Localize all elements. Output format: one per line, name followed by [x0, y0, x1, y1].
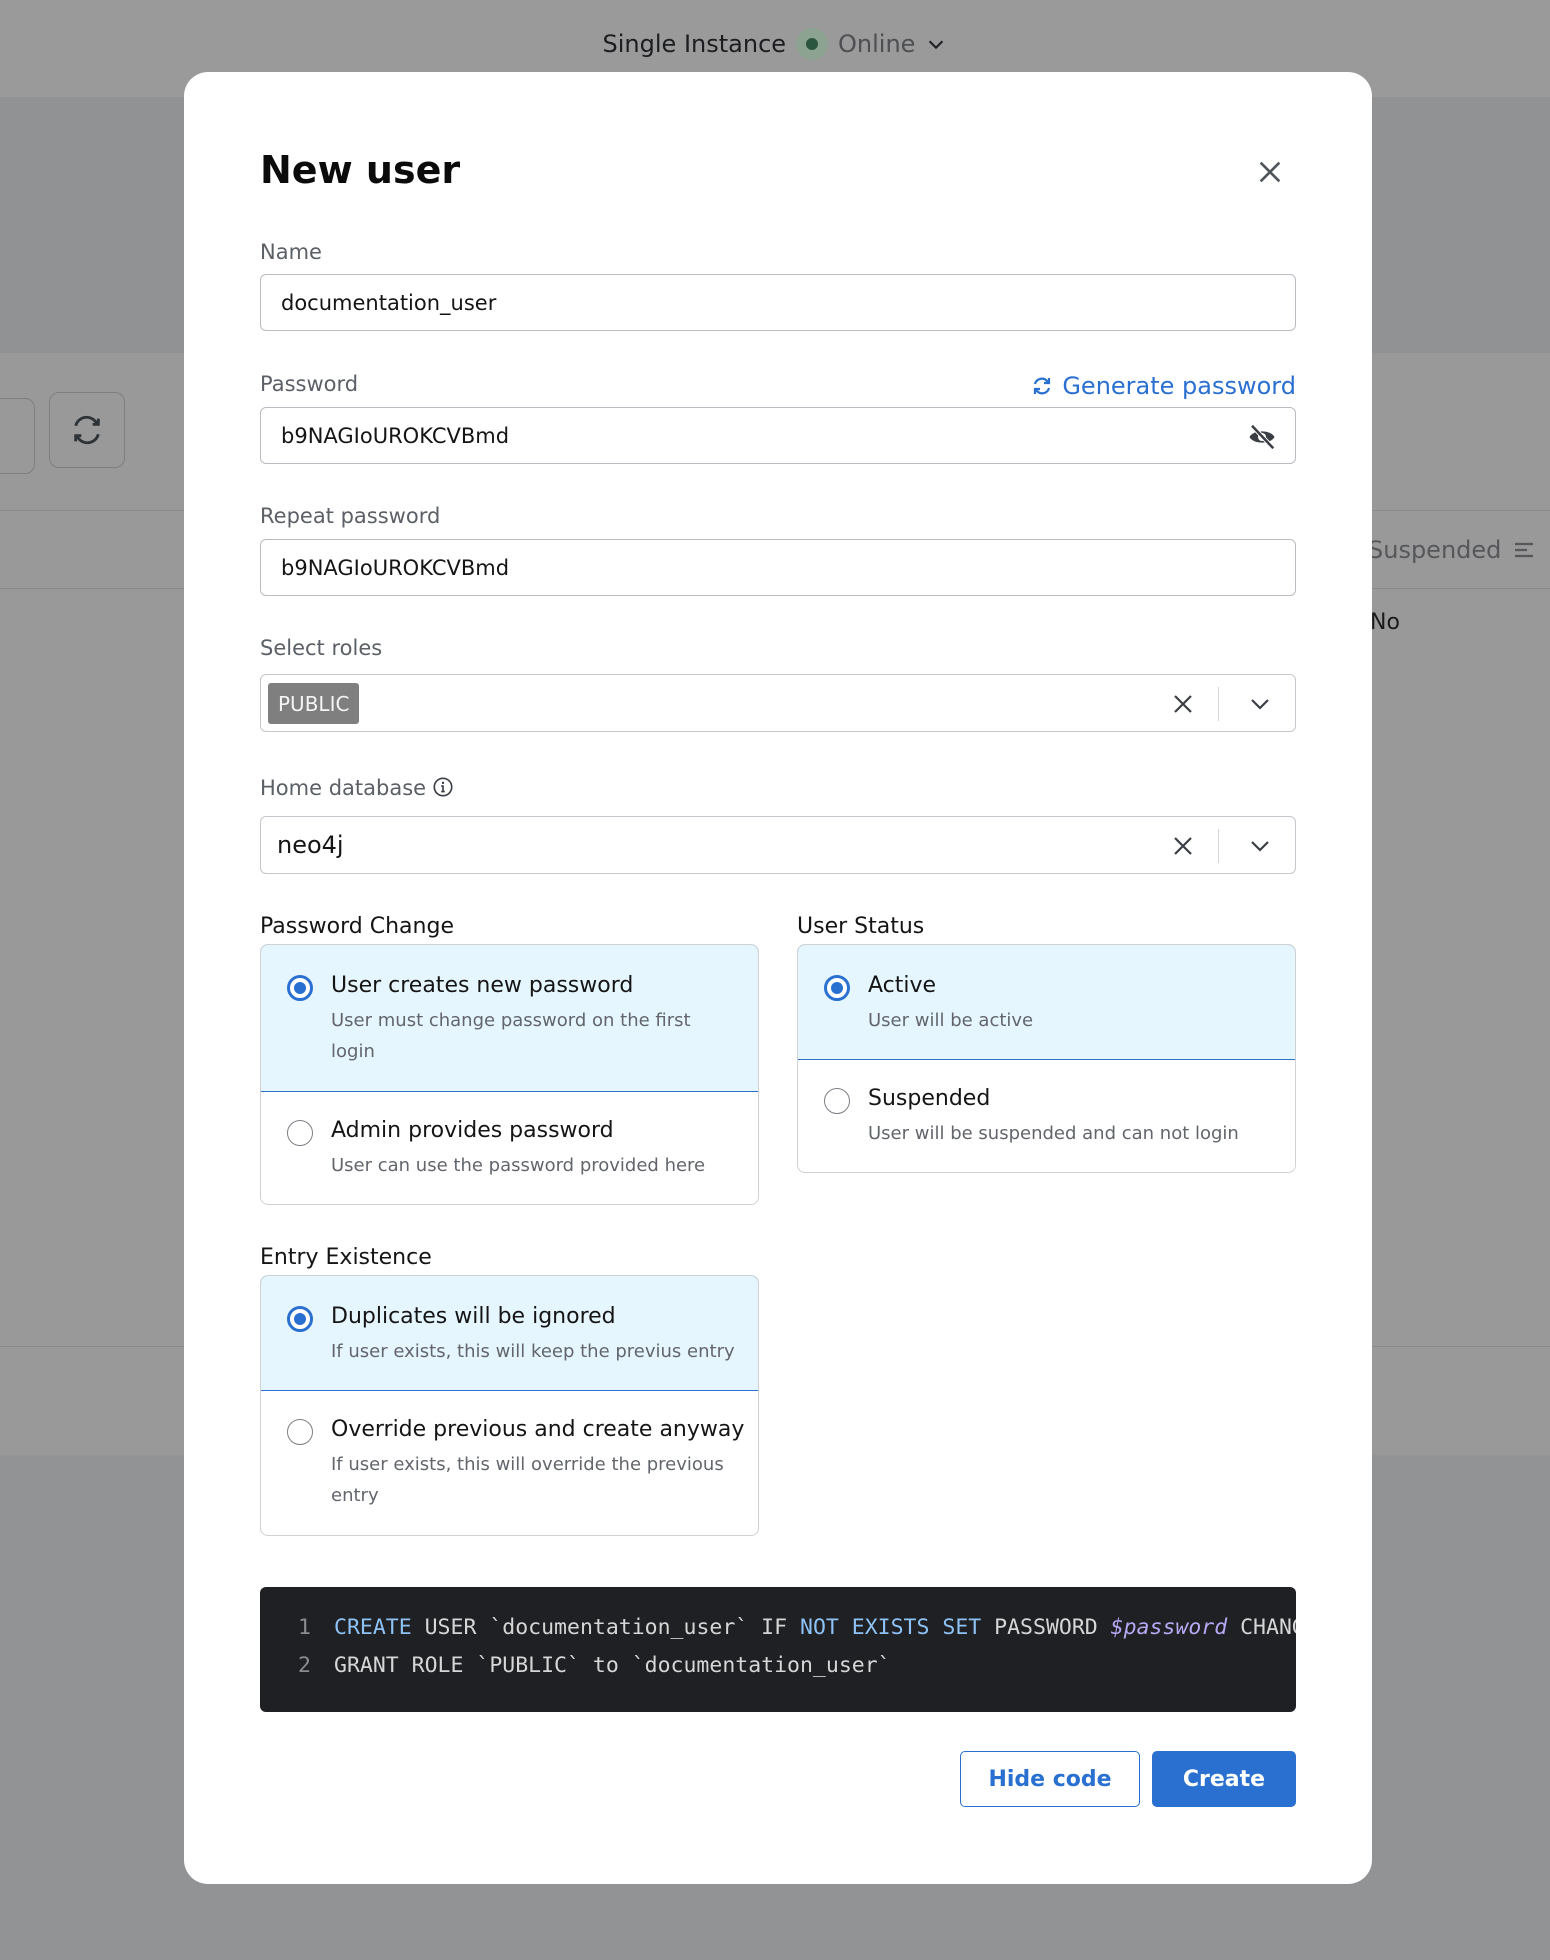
- instance-status: Online: [838, 30, 916, 58]
- option-description: User will be active: [868, 1010, 1034, 1031]
- radio-option-user-creates[interactable]: User creates new password User must chan…: [261, 945, 758, 1092]
- refresh-button[interactable]: [49, 392, 125, 468]
- name-input[interactable]: documentation_user: [260, 274, 1296, 331]
- home-database-label-text: Home database: [260, 776, 427, 800]
- radio-unchecked[interactable]: [824, 1088, 850, 1114]
- repeat-password-value: b9NAGIoUROKCVBmd: [281, 555, 510, 580]
- clear-icon[interactable]: [1171, 692, 1195, 716]
- chevron-down-icon[interactable]: [1247, 834, 1273, 858]
- password-change-radio-group: User creates new password User must chan…: [260, 944, 759, 1205]
- option-description: User can use the password provided here: [331, 1155, 706, 1176]
- code-parameter: $password: [1110, 1615, 1228, 1640]
- chevron-down-icon[interactable]: [1247, 692, 1273, 716]
- dialog-title: New user: [260, 148, 461, 192]
- line-number: 1: [298, 1615, 311, 1640]
- separator: [1218, 829, 1219, 863]
- password-value: b9NAGIoUROKCVBmd: [281, 423, 510, 448]
- entry-existence-label: Entry Existence: [260, 1245, 432, 1270]
- code-line: 1 CREATE USER `documentation_user` IF NOT…: [298, 1615, 1296, 1640]
- radio-checked[interactable]: [824, 975, 850, 1001]
- table-cell: No: [1370, 610, 1400, 635]
- option-description: If user exists, this will override the p…: [331, 1454, 724, 1506]
- cypher-code-preview: 1 CREATE USER `documentation_user` IF NOT…: [260, 1587, 1296, 1712]
- option-title: Override previous and create anyway: [331, 1417, 745, 1442]
- radio-unchecked[interactable]: [287, 1120, 313, 1146]
- code-text: CHANGE REQUIRED: [1240, 1615, 1296, 1640]
- code-text: GRANT ROLE `PUBLIC` to `documentation_us…: [334, 1653, 891, 1678]
- password-label: Password: [260, 372, 359, 396]
- code-keyword: NOT EXISTS SET: [800, 1615, 982, 1640]
- password-input[interactable]: b9NAGIoUROKCVBmd: [260, 407, 1296, 464]
- column-header-suspended[interactable]: Suspended: [1368, 536, 1535, 564]
- entry-existence-radio-group: Duplicates will be ignored If user exist…: [260, 1275, 759, 1536]
- eye-off-icon[interactable]: [1247, 422, 1277, 452]
- refresh-icon: [74, 415, 100, 445]
- roles-label: Select roles: [260, 636, 383, 660]
- option-description: If user exists, this will keep the previ…: [331, 1341, 735, 1362]
- generate-password-label: Generate password: [1062, 372, 1296, 400]
- option-title: Admin provides password: [331, 1118, 614, 1143]
- generate-password-link[interactable]: Generate password: [1030, 372, 1296, 400]
- info-icon[interactable]: [432, 776, 454, 798]
- search-input[interactable]: [0, 398, 35, 474]
- status-dot-icon: [806, 38, 819, 50]
- close-icon[interactable]: [1254, 156, 1286, 188]
- chevron-down-icon: [929, 40, 944, 50]
- radio-option-active[interactable]: Active User will be active: [798, 945, 1295, 1060]
- status-indicator: [796, 28, 829, 60]
- option-title: Suspended: [868, 1086, 991, 1111]
- option-description: User must change password on the first l…: [331, 1010, 691, 1062]
- role-chip[interactable]: PUBLIC: [268, 683, 360, 724]
- name-value: documentation_user: [281, 290, 497, 315]
- radio-option-admin-provides[interactable]: Admin provides password User can use the…: [261, 1092, 758, 1204]
- roles-select[interactable]: PUBLIC: [260, 674, 1296, 732]
- code-keyword: CREATE: [334, 1615, 412, 1640]
- radio-option-ignore-duplicates[interactable]: Duplicates will be ignored If user exist…: [261, 1276, 758, 1391]
- radio-checked[interactable]: [287, 975, 313, 1001]
- radio-option-override[interactable]: Override previous and create anyway If u…: [261, 1391, 758, 1535]
- new-user-dialog: New user Name documentation_user Passwor…: [184, 72, 1372, 1884]
- radio-option-suspended[interactable]: Suspended User will be suspended and can…: [798, 1060, 1295, 1172]
- radio-checked[interactable]: [287, 1306, 313, 1332]
- code-line: 2 GRANT ROLE `PUBLIC` to `documentation_u…: [298, 1653, 891, 1678]
- home-database-select[interactable]: neo4j: [260, 816, 1296, 874]
- create-button[interactable]: Create: [1152, 1751, 1296, 1807]
- name-label: Name: [260, 240, 322, 264]
- line-number: 2: [298, 1653, 311, 1678]
- column-header-label: Suspended: [1368, 536, 1502, 564]
- home-database-label: Home database: [260, 776, 454, 800]
- instance-name: Single Instance: [602, 30, 787, 58]
- repeat-password-input[interactable]: b9NAGIoUROKCVBmd: [260, 539, 1296, 596]
- user-status-radio-group: Active User will be active Suspended Use…: [797, 944, 1296, 1173]
- code-text: USER `documentation_user` IF: [411, 1615, 800, 1640]
- instance-selector[interactable]: Single Instance Online: [0, 28, 1550, 60]
- radio-unchecked[interactable]: [287, 1419, 313, 1445]
- repeat-password-label: Repeat password: [260, 504, 441, 528]
- option-title: User creates new password: [331, 973, 634, 998]
- option-title: Duplicates will be ignored: [331, 1304, 616, 1329]
- option-description: User will be suspended and can not login: [868, 1123, 1239, 1144]
- home-database-value: neo4j: [277, 831, 344, 859]
- sort-icon: [1515, 542, 1534, 558]
- option-title: Active: [868, 973, 937, 998]
- refresh-icon: [1034, 377, 1051, 395]
- separator: [1218, 687, 1219, 721]
- clear-icon[interactable]: [1171, 834, 1195, 858]
- code-text: PASSWORD: [981, 1615, 1111, 1640]
- password-change-label: Password Change: [260, 914, 454, 939]
- user-status-label: User Status: [797, 914, 925, 939]
- hide-code-button[interactable]: Hide code: [960, 1751, 1140, 1807]
